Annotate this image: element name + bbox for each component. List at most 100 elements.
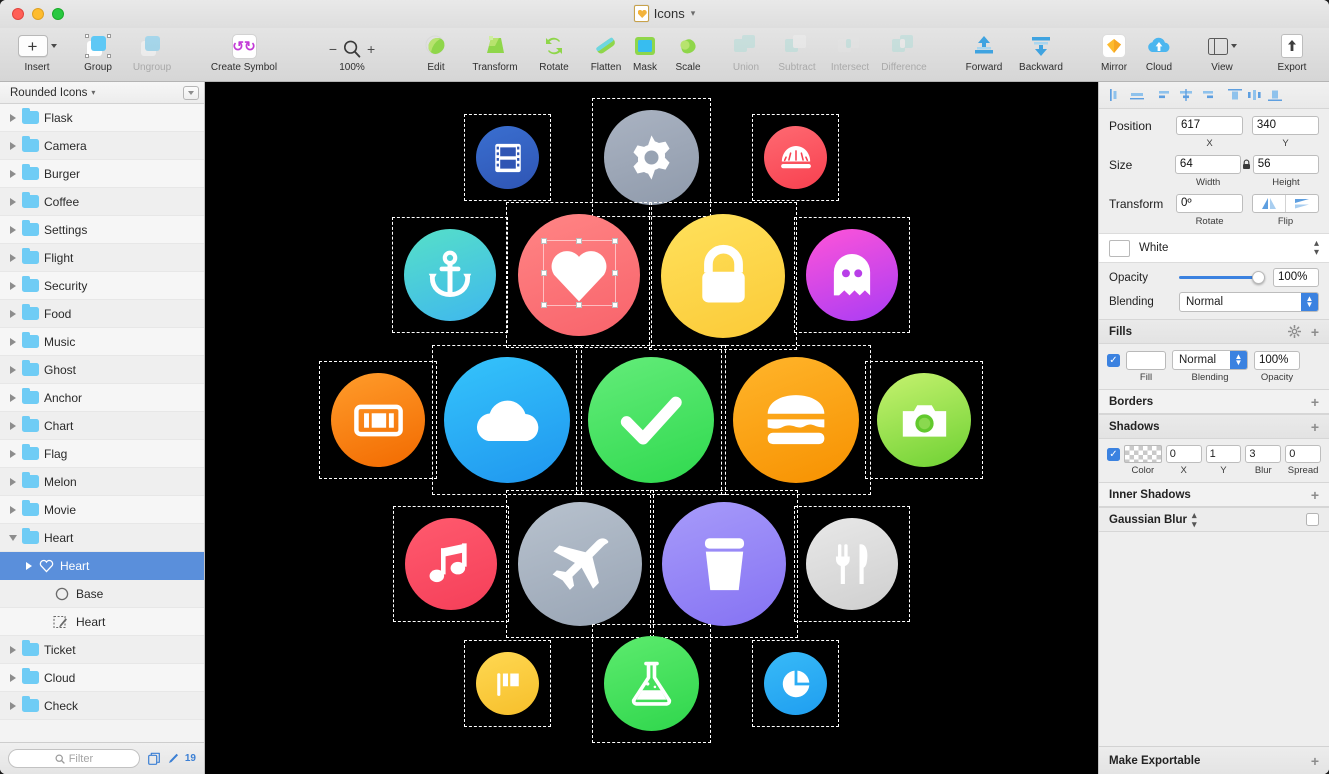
blur-type-stepper-icon[interactable]: ▴ ▾ xyxy=(1192,511,1197,528)
layer-row-heart[interactable]: Heart xyxy=(0,524,204,552)
disclosure-right-icon[interactable] xyxy=(6,337,20,346)
shadow-enabled-checkbox[interactable]: ✓ xyxy=(1107,447,1120,461)
resize-handle[interactable] xyxy=(611,238,618,244)
toolbar-transform[interactable]: Transform xyxy=(465,28,525,73)
distribute-left-icon[interactable] xyxy=(1156,85,1176,105)
disclosure-right-icon[interactable] xyxy=(6,281,20,290)
layer-row-anchor[interactable]: Anchor xyxy=(0,384,204,412)
canvas-icon-flight[interactable] xyxy=(506,490,654,638)
canvas-icon-anchor[interactable] xyxy=(392,217,508,333)
disclosure-right-icon[interactable] xyxy=(6,477,20,486)
disclosure-right-icon[interactable] xyxy=(6,449,20,458)
layer-row-flag[interactable]: Flag xyxy=(0,440,204,468)
toolbar-edit[interactable]: Edit xyxy=(418,28,454,73)
size-width-field[interactable]: 64 xyxy=(1174,155,1242,174)
align-top-icon[interactable] xyxy=(1225,85,1245,105)
resize-handle[interactable] xyxy=(540,302,547,308)
fill-opacity-field[interactable]: 100% xyxy=(1254,350,1300,370)
toolbar-cloud[interactable]: Cloud xyxy=(1139,28,1179,73)
align-bottom-icon[interactable] xyxy=(1265,85,1285,105)
layer-row-settings[interactable]: Settings xyxy=(0,216,204,244)
toolbar-zoom[interactable]: − + 100% xyxy=(318,28,386,73)
resize-handle[interactable] xyxy=(576,238,582,244)
resize-handle[interactable] xyxy=(611,270,618,276)
pen-icon[interactable] xyxy=(167,752,180,765)
canvas-icon-burger[interactable] xyxy=(721,345,871,495)
inner-shadows-add-button[interactable]: + xyxy=(1311,487,1319,503)
toolbar-forward[interactable]: Forward xyxy=(958,28,1010,73)
canvas-icon-security[interactable] xyxy=(649,202,797,350)
fill-color-swatch[interactable] xyxy=(1126,350,1166,370)
shadow-blur-field[interactable]: 3 xyxy=(1245,445,1282,463)
fill-enabled-checkbox[interactable]: ✓ xyxy=(1107,353,1120,367)
rotate-field[interactable]: 0º xyxy=(1175,194,1244,213)
gaussian-blur-checkbox[interactable] xyxy=(1306,513,1319,526)
document-title[interactable]: Icons ▾ xyxy=(0,5,1329,22)
size-height-field[interactable]: 56 xyxy=(1252,155,1319,174)
layer-row-ticket[interactable]: Ticket xyxy=(0,636,204,664)
layer-row-cloud[interactable]: Cloud xyxy=(0,664,204,692)
toolbar-create-symbol[interactable]: ↺↻ Create Symbol xyxy=(200,28,288,73)
layer-row-movie[interactable]: Movie xyxy=(0,496,204,524)
disclosure-right-icon[interactable] xyxy=(6,701,20,710)
toolbar-mask[interactable]: Mask xyxy=(626,28,664,73)
flip-horizontal-icon[interactable] xyxy=(1253,195,1285,212)
canvas-icon-food[interactable] xyxy=(794,506,910,622)
shadow-color-swatch[interactable] xyxy=(1124,445,1162,463)
make-exportable-add-button[interactable]: + xyxy=(1311,753,1319,769)
position-x-field[interactable]: 617 xyxy=(1175,116,1244,135)
layer-row-security[interactable]: Security xyxy=(0,272,204,300)
canvas-icon-music[interactable] xyxy=(393,506,509,622)
canvas[interactable] xyxy=(205,82,1098,774)
canvas-icon-chart[interactable] xyxy=(752,640,839,727)
layer-row-melon[interactable]: Melon xyxy=(0,468,204,496)
disclosure-right-icon[interactable] xyxy=(6,365,20,374)
proportions-lock-icon[interactable] xyxy=(1241,159,1253,170)
disclosure-right-icon[interactable] xyxy=(6,645,20,654)
disclosure-right-icon[interactable] xyxy=(6,169,20,178)
disclosure-right-icon[interactable] xyxy=(6,225,20,234)
position-y-field[interactable]: 340 xyxy=(1251,116,1319,135)
borders-add-button[interactable]: + xyxy=(1311,394,1319,410)
toolbar-rotate[interactable]: Rotate xyxy=(532,28,576,73)
disclosure-right-icon[interactable] xyxy=(6,253,20,262)
disclosure-right-icon[interactable] xyxy=(6,421,20,430)
shape-handles[interactable] xyxy=(540,238,618,308)
shadow-x-field[interactable]: 0 xyxy=(1165,445,1202,463)
layer-row-food[interactable]: Food xyxy=(0,300,204,328)
toolbar-insert[interactable]: + Insert xyxy=(14,28,60,73)
zoom-in-button[interactable]: + xyxy=(367,41,375,57)
toolbar-subtract[interactable]: Subtract xyxy=(771,28,823,73)
layer-row-camera[interactable]: Camera xyxy=(0,132,204,160)
distribute-right-icon[interactable] xyxy=(1196,85,1216,105)
disclosure-right-icon[interactable] xyxy=(6,393,20,402)
duplicate-icon[interactable] xyxy=(147,752,162,766)
fill-blending-select[interactable]: Normal ▲ ▼ xyxy=(1172,350,1248,370)
flip-vertical-icon[interactable] xyxy=(1285,195,1318,212)
canvas-icon-cloud[interactable] xyxy=(432,345,582,495)
fills-add-button[interactable]: + xyxy=(1311,324,1319,340)
layer-row-burger[interactable]: Burger xyxy=(0,160,204,188)
toolbar-scale[interactable]: Scale xyxy=(670,28,706,73)
toolbar-export[interactable]: Export xyxy=(1268,28,1316,73)
layer-row-coffee[interactable]: Coffee xyxy=(0,188,204,216)
canvas-icon-movie[interactable] xyxy=(464,114,551,201)
align-left-icon[interactable] xyxy=(1107,85,1127,105)
color-stepper-icon[interactable]: ▴ ▾ xyxy=(1314,239,1319,258)
canvas-icon-settings[interactable] xyxy=(592,98,711,217)
chevron-down-icon[interactable]: ▾ xyxy=(691,8,696,19)
toolbar-union[interactable]: Union xyxy=(724,28,768,73)
blending-select[interactable]: Normal ▲ ▼ xyxy=(1179,292,1319,312)
layer-row-heart[interactable]: Heart xyxy=(0,608,204,636)
canvas-icon-camera[interactable] xyxy=(865,361,983,479)
make-exportable-row[interactable]: Make Exportable + xyxy=(1099,746,1329,774)
shadow-spread-field[interactable]: 0 xyxy=(1285,445,1321,463)
toolbar-ungroup[interactable]: Ungroup xyxy=(124,28,180,73)
disclosure-right-icon[interactable] xyxy=(6,309,20,318)
gear-icon[interactable] xyxy=(1287,325,1301,338)
disclosure-right-icon[interactable] xyxy=(6,141,20,150)
layer-rows[interactable]: Flask Camera Burger Coffee Settings Flight Sec… xyxy=(0,104,204,742)
canvas-icon-coffee[interactable] xyxy=(650,490,798,638)
layer-row-flight[interactable]: Flight xyxy=(0,244,204,272)
disclosure-down-icon[interactable] xyxy=(6,534,20,541)
